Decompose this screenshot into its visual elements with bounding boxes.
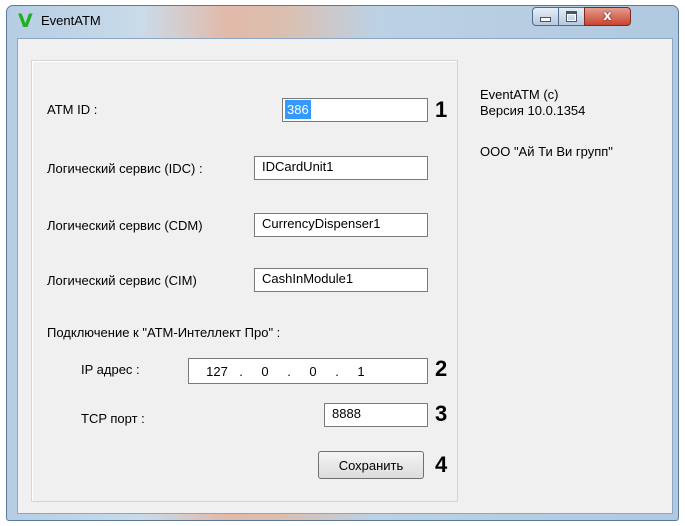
- atm-id-value: 386: [285, 100, 311, 119]
- connection-heading: Подключение к "АТМ-Интеллект Про" :: [47, 325, 281, 340]
- cim-label: Логический сервис (CIM): [47, 273, 197, 288]
- annotation-2: 2: [435, 356, 448, 381]
- ip-octet-3: 0: [309, 363, 317, 379]
- idc-input[interactable]: IDCardUnit1: [254, 156, 428, 180]
- close-button[interactable]: x: [584, 7, 631, 26]
- maximize-button[interactable]: [558, 7, 585, 26]
- atm-id-input[interactable]: 386: [282, 98, 428, 122]
- minimize-button[interactable]: [532, 7, 559, 26]
- cim-input[interactable]: CashInModule1: [254, 268, 428, 292]
- ip-octet-1: 127: [206, 363, 228, 379]
- close-icon: x: [603, 9, 612, 24]
- annotation-1: 1: [435, 97, 448, 122]
- info-app-line: EventATM (c): [480, 87, 559, 102]
- maximize-icon: [566, 11, 577, 22]
- client-area: ATM ID : 386 1 Логический сервис (IDC) :…: [17, 38, 673, 514]
- ip-dot-2: .: [287, 363, 291, 379]
- ip-octet-4: 1: [357, 363, 365, 379]
- annotation-3: 3: [435, 401, 448, 426]
- annotation-4: 4: [435, 452, 448, 477]
- tcp-port-input[interactable]: 8888: [324, 403, 428, 427]
- cdm-input[interactable]: CurrencyDispenser1: [254, 213, 428, 237]
- tcp-port-label: TCP порт :: [81, 411, 145, 426]
- atm-id-label: ATM ID :: [47, 102, 98, 117]
- app-window: V EventATM x ATM ID : 386 1 Логический с…: [6, 5, 679, 521]
- cdm-label: Логический сервис (CDM): [47, 218, 203, 233]
- minimize-icon: [540, 17, 551, 22]
- app-logo-icon: V: [18, 10, 33, 32]
- info-version-line: Версия 10.0.1354: [480, 103, 586, 118]
- info-company-line: ООО "Ай Ти Ви групп": [480, 144, 613, 159]
- save-button[interactable]: Сохранить: [318, 451, 424, 479]
- settings-group: ATM ID : 386 1 Логический сервис (IDC) :…: [31, 60, 458, 502]
- ip-address-input[interactable]: 127 . 0 . 0 . 1: [188, 358, 428, 384]
- idc-label: Логический сервис (IDC) :: [47, 161, 203, 176]
- window-title: EventATM: [41, 13, 101, 28]
- title-bar[interactable]: V EventATM x: [7, 6, 678, 36]
- ip-label: IP адрес :: [81, 362, 140, 377]
- ip-dot-1: .: [239, 363, 243, 379]
- ip-dot-3: .: [335, 363, 339, 379]
- ip-octet-2: 0: [261, 363, 269, 379]
